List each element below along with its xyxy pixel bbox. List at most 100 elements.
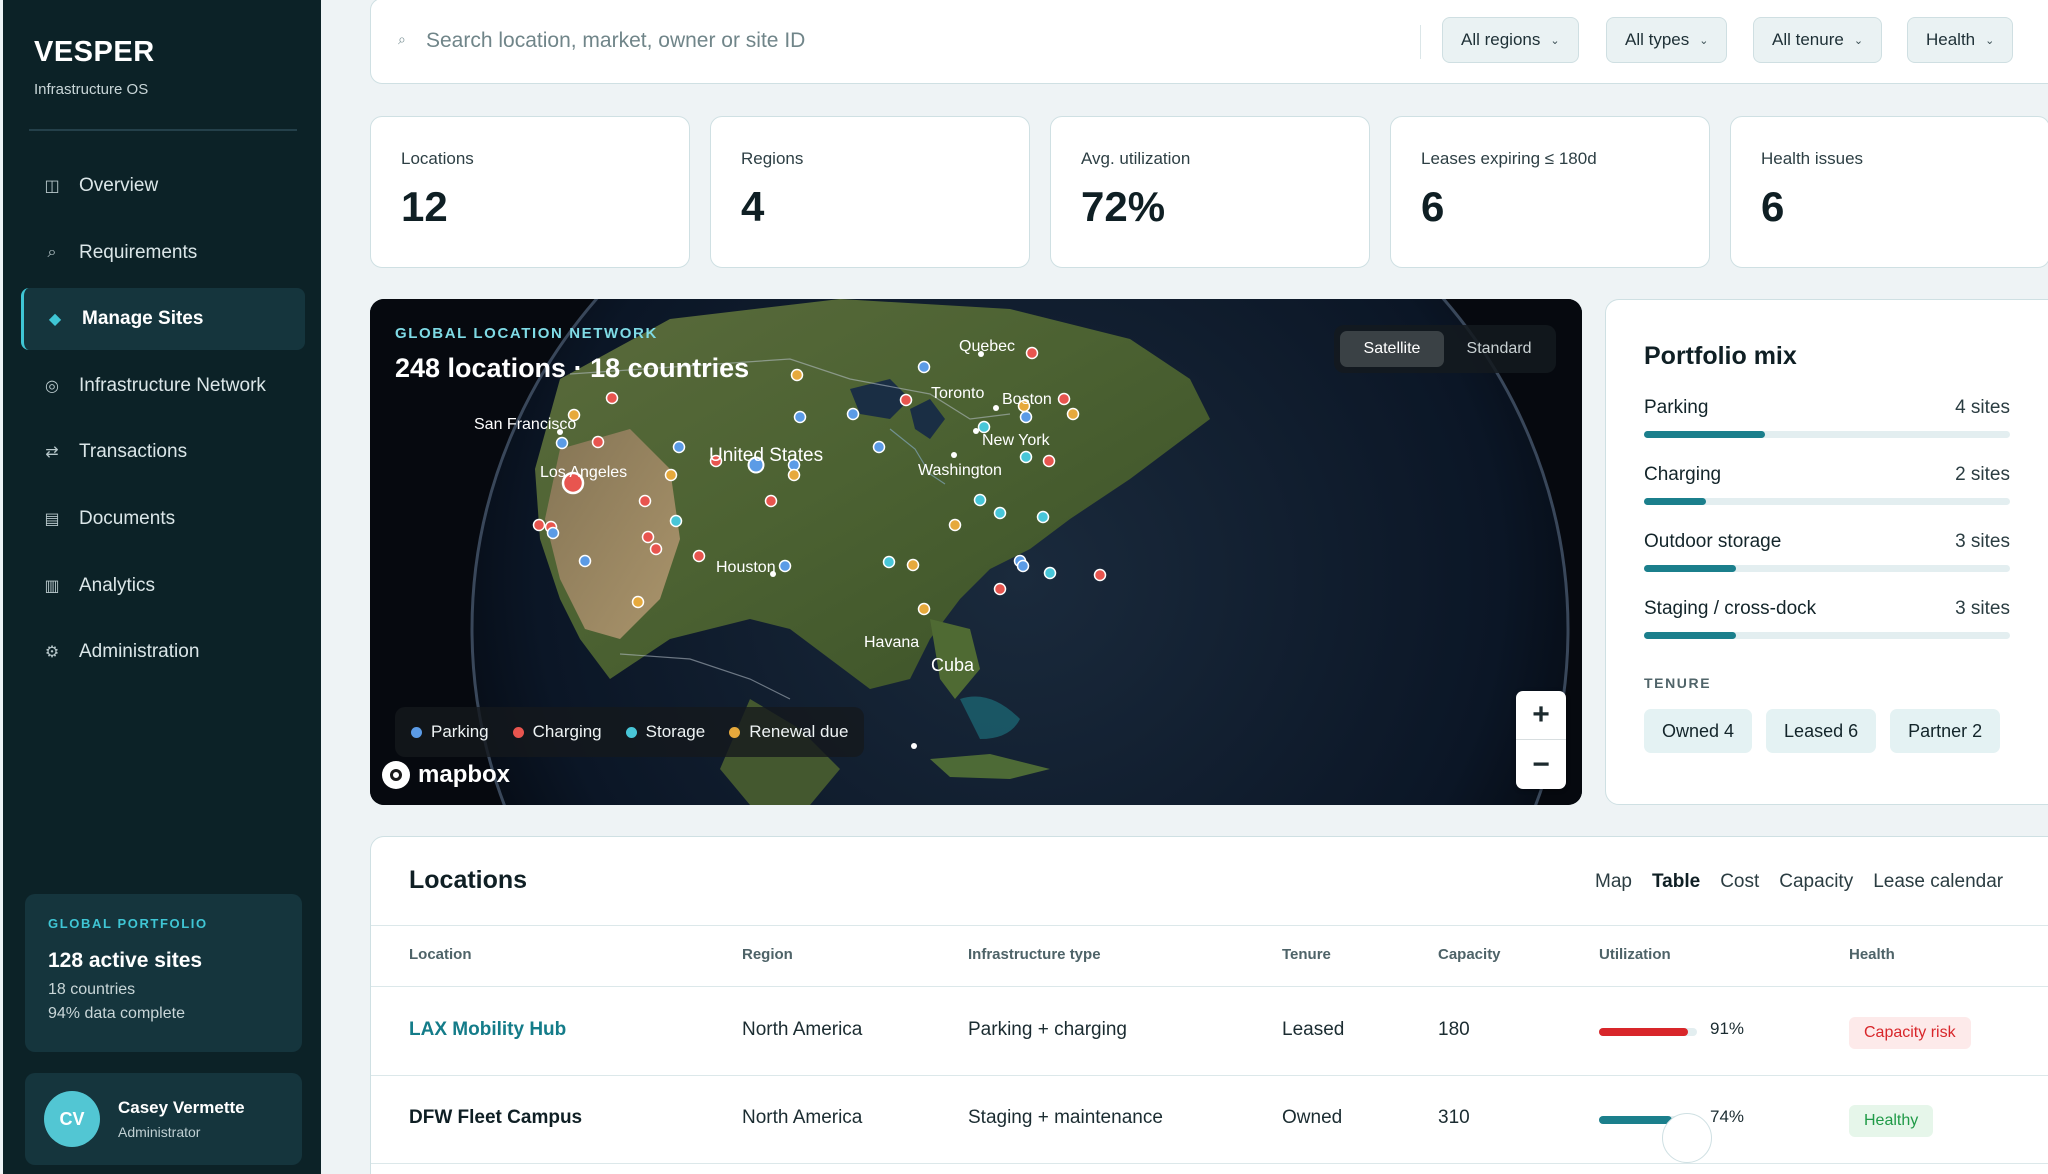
sidebar-item-administration[interactable]: ⚙ Administration bbox=[21, 621, 305, 683]
site-marker[interactable] bbox=[917, 602, 931, 616]
zoom-out-button[interactable]: − bbox=[1516, 740, 1566, 789]
site-marker[interactable] bbox=[1043, 566, 1057, 580]
mapbox-attribution[interactable]: mapbox bbox=[382, 761, 510, 789]
site-marker[interactable] bbox=[672, 440, 686, 454]
site-marker[interactable] bbox=[917, 360, 931, 374]
column-header-location[interactable]: Location bbox=[409, 946, 472, 963]
sidebar-item-manage-sites[interactable]: ◆ Manage Sites bbox=[21, 288, 305, 351]
location-map[interactable]: Quebec Toronto Boston San Francisco New … bbox=[370, 299, 1582, 805]
filter-tenure[interactable]: All tenure ⌄ bbox=[1753, 17, 1883, 63]
place-label: Quebec bbox=[959, 338, 1015, 355]
location-link[interactable]: LAX Mobility Hub bbox=[409, 1019, 566, 1041]
place-label: Washington bbox=[918, 462, 1002, 479]
site-marker[interactable] bbox=[591, 435, 605, 449]
site-marker[interactable] bbox=[793, 410, 807, 424]
site-marker[interactable] bbox=[1057, 392, 1071, 406]
sidebar-item-label: Requirements bbox=[79, 241, 198, 263]
column-header-infrastructure-type[interactable]: Infrastructure type bbox=[968, 946, 1101, 963]
site-marker[interactable] bbox=[1019, 410, 1033, 424]
sidebar-item-infrastructure-network[interactable]: ◎ Infrastructure Network bbox=[21, 355, 305, 417]
tab-table[interactable]: Table bbox=[1652, 871, 1700, 893]
tenure-chip-leased[interactable]: Leased 6 bbox=[1766, 709, 1877, 753]
user-profile[interactable]: CV Casey Vermette Administrator bbox=[25, 1073, 302, 1165]
table-cell-tenure: Leased bbox=[1282, 1019, 1345, 1040]
location-name[interactable]: DFW Fleet Campus bbox=[409, 1107, 582, 1129]
site-marker[interactable] bbox=[899, 393, 913, 407]
table-cell-type: Parking + charging bbox=[968, 1019, 1127, 1040]
site-marker[interactable] bbox=[778, 559, 792, 573]
site-marker[interactable] bbox=[692, 549, 706, 563]
site-marker[interactable] bbox=[532, 518, 546, 532]
mix-bar-fill bbox=[1644, 431, 1765, 438]
site-marker[interactable] bbox=[977, 420, 991, 434]
site-marker[interactable] bbox=[1042, 454, 1056, 468]
site-marker[interactable] bbox=[664, 468, 678, 482]
map-eyebrow: GLOBAL LOCATION NETWORK bbox=[395, 325, 658, 342]
column-header-capacity[interactable]: Capacity bbox=[1438, 946, 1501, 963]
locations-view-tabs: Map Table Cost Capacity Lease calendar bbox=[1595, 871, 2023, 893]
table-divider bbox=[371, 925, 2048, 926]
tab-lease-calendar[interactable]: Lease calendar bbox=[1873, 871, 2003, 893]
site-marker[interactable] bbox=[546, 526, 560, 540]
site-marker[interactable] bbox=[973, 493, 987, 507]
filter-types[interactable]: All types ⌄ bbox=[1606, 17, 1728, 63]
site-marker[interactable] bbox=[993, 582, 1007, 596]
tenure-chip-owned[interactable]: Owned 4 bbox=[1644, 709, 1753, 753]
zoom-in-button[interactable]: + bbox=[1516, 691, 1566, 740]
site-marker[interactable] bbox=[631, 595, 645, 609]
site-marker[interactable] bbox=[555, 436, 569, 450]
place-label: San Francisco bbox=[474, 416, 576, 433]
legend-label: Charging bbox=[532, 722, 602, 741]
site-marker[interactable] bbox=[1093, 568, 1107, 582]
portfolio-data-complete: 94% data complete bbox=[48, 1005, 185, 1022]
sidebar-item-transactions[interactable]: ⇄ Transactions bbox=[21, 421, 305, 483]
column-header-region[interactable]: Region bbox=[742, 946, 793, 963]
column-header-utilization[interactable]: Utilization bbox=[1599, 946, 1671, 963]
site-marker[interactable] bbox=[872, 440, 886, 454]
site-marker[interactable] bbox=[605, 391, 619, 405]
site-marker[interactable] bbox=[882, 555, 896, 569]
site-marker[interactable] bbox=[1036, 510, 1050, 524]
column-header-health[interactable]: Health bbox=[1849, 946, 1895, 963]
tab-capacity[interactable]: Capacity bbox=[1779, 871, 1853, 893]
tenure-chip-partner[interactable]: Partner 2 bbox=[1890, 709, 2001, 753]
kpi-regions: Regions 4 bbox=[710, 116, 1030, 268]
kpi-value: 6 bbox=[1421, 183, 1445, 230]
site-marker[interactable] bbox=[638, 494, 652, 508]
filter-regions[interactable]: All regions ⌄ bbox=[1442, 17, 1579, 63]
site-marker[interactable] bbox=[1016, 559, 1030, 573]
site-marker[interactable] bbox=[1066, 407, 1080, 421]
site-marker[interactable] bbox=[948, 518, 962, 532]
site-marker[interactable] bbox=[846, 407, 860, 421]
table-cell-tenure: Owned bbox=[1282, 1107, 1343, 1128]
site-marker[interactable] bbox=[578, 554, 592, 568]
standard-toggle[interactable]: Standard bbox=[1448, 331, 1550, 367]
search-input[interactable] bbox=[426, 21, 1426, 61]
satellite-toggle[interactable]: Satellite bbox=[1340, 331, 1444, 367]
sidebar-item-label: Transactions bbox=[79, 441, 188, 463]
site-marker[interactable] bbox=[790, 368, 804, 382]
site-marker[interactable] bbox=[906, 558, 920, 572]
column-header-tenure[interactable]: Tenure bbox=[1282, 946, 1331, 963]
tab-cost[interactable]: Cost bbox=[1720, 871, 1759, 893]
legend-label: Storage bbox=[645, 722, 706, 741]
filter-health[interactable]: Health ⌄ bbox=[1907, 17, 2014, 63]
portfolio-eyebrow: GLOBAL PORTFOLIO bbox=[48, 916, 208, 931]
sidebar-item-documents[interactable]: ▤ Documents bbox=[21, 488, 305, 550]
sidebar-item-overview[interactable]: ◫ Overview bbox=[21, 155, 305, 217]
search-divider bbox=[1420, 25, 1421, 59]
tab-map[interactable]: Map bbox=[1595, 871, 1632, 893]
scroll-handle[interactable] bbox=[1662, 1113, 1712, 1163]
site-marker[interactable] bbox=[787, 468, 801, 482]
site-marker[interactable] bbox=[764, 494, 778, 508]
site-marker[interactable] bbox=[993, 506, 1007, 520]
sidebar-item-analytics[interactable]: ▥ Analytics bbox=[21, 555, 305, 617]
sidebar-item-requirements[interactable]: ⌕ Requirements bbox=[21, 222, 305, 284]
site-marker[interactable] bbox=[1019, 450, 1033, 464]
site-marker[interactable] bbox=[1025, 346, 1039, 360]
place-label: Los Angeles bbox=[540, 464, 627, 481]
mix-bar-fill bbox=[1644, 632, 1736, 639]
site-marker[interactable] bbox=[649, 542, 663, 556]
site-marker[interactable] bbox=[669, 514, 683, 528]
site-marker[interactable] bbox=[641, 530, 655, 544]
